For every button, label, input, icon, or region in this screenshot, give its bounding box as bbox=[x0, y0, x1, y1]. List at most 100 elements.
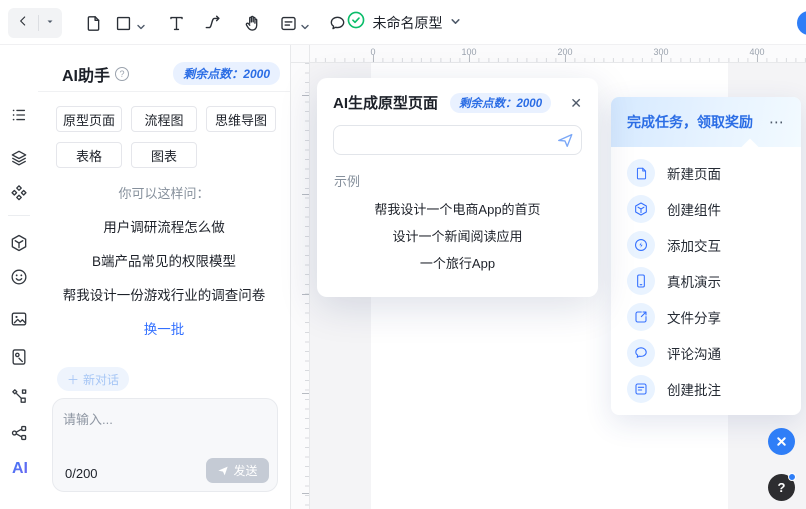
task-item-new-page[interactable]: 新建页面 bbox=[611, 155, 801, 191]
share-export-icon bbox=[627, 303, 655, 331]
design-file-icon[interactable] bbox=[9, 347, 29, 367]
ai-generate-modal: AI生成原型页面 剩余点数：2000 ✕ 示例 帮我设计一个电商App的首页 设… bbox=[317, 78, 598, 297]
text-tool-icon[interactable] bbox=[166, 13, 186, 33]
comment-tool-icon[interactable] bbox=[327, 13, 347, 33]
dismiss-button[interactable] bbox=[768, 428, 795, 455]
help-circle-icon[interactable]: ? bbox=[115, 67, 129, 81]
notification-dot bbox=[788, 473, 796, 481]
suggestion-item[interactable]: 用户调研流程怎么做 bbox=[38, 216, 290, 236]
note-lines-icon bbox=[627, 375, 655, 403]
task-list: 新建页面 创建组件 添加交互 真机演示 文件分享 评论沟通 bbox=[611, 147, 801, 407]
sidebar-divider bbox=[8, 215, 30, 216]
saved-check-icon bbox=[346, 10, 366, 35]
category-chip-table[interactable]: 表格 bbox=[56, 142, 122, 168]
hand-tool-icon[interactable] bbox=[242, 13, 262, 33]
examples-list: 帮我设计一个电商App的首页 设计一个新闻阅读应用 一个旅行App bbox=[317, 196, 598, 277]
shape-tool-caret-icon[interactable] bbox=[136, 19, 146, 29]
suggestion-item[interactable]: B端产品常见的权限模型 bbox=[38, 250, 290, 270]
prompt-input[interactable] bbox=[333, 125, 582, 155]
back-dropdown-caret-icon[interactable] bbox=[45, 14, 55, 32]
page-tool-icon[interactable] bbox=[83, 13, 103, 33]
horizontal-ruler: 0 100 200 300 400 bbox=[310, 45, 806, 63]
send-button[interactable]: 发送 bbox=[206, 458, 269, 483]
ai-panel-header: AI助手 ? bbox=[62, 62, 129, 86]
top-toolbar: 未命名原型 bbox=[0, 0, 806, 45]
pages-list-icon[interactable] bbox=[9, 105, 29, 125]
title-caret-icon[interactable] bbox=[450, 14, 461, 32]
component-hexagon-icon bbox=[627, 195, 655, 223]
page-icon bbox=[627, 159, 655, 187]
left-icon-sidebar: AI bbox=[0, 45, 38, 509]
example-item[interactable]: 设计一个新闻阅读应用 bbox=[317, 223, 598, 250]
components-icon[interactable] bbox=[9, 183, 29, 203]
material-library-icon[interactable] bbox=[9, 233, 29, 253]
vertical-ruler: 200 300 400 500 600 bbox=[291, 63, 310, 509]
chat-input-card: 0/200 发送 bbox=[52, 398, 278, 492]
emoji-icon[interactable] bbox=[9, 267, 29, 287]
comment-bubble-icon bbox=[627, 339, 655, 367]
chat-input[interactable] bbox=[63, 407, 263, 431]
points-badge: 剩余点数：2000 bbox=[173, 62, 280, 85]
document-title[interactable]: 未命名原型 bbox=[373, 13, 443, 33]
modal-input-wrap bbox=[333, 125, 582, 155]
lightning-circle-icon bbox=[627, 231, 655, 259]
close-x-icon bbox=[775, 435, 788, 448]
examples-label: 示例 bbox=[334, 171, 581, 190]
modal-title: AI生成原型页面 bbox=[333, 92, 438, 113]
category-chip-chart[interactable]: 图表 bbox=[131, 142, 197, 168]
char-counter: 0/200 bbox=[65, 466, 98, 481]
send-plane-icon[interactable] bbox=[556, 131, 574, 149]
note-tool-caret-icon[interactable] bbox=[300, 19, 310, 29]
suggestion-hint: 你可以这样问： bbox=[38, 183, 290, 202]
close-icon[interactable]: ✕ bbox=[570, 96, 582, 110]
task-item-file-share[interactable]: 文件分享 bbox=[611, 299, 801, 335]
ruler-label: 400 bbox=[749, 47, 764, 57]
task-item-create-component[interactable]: 创建组件 bbox=[611, 191, 801, 227]
task-item-comment[interactable]: 评论沟通 bbox=[611, 335, 801, 371]
ruler-label: 0 bbox=[370, 47, 375, 57]
image-icon[interactable] bbox=[9, 309, 29, 329]
plus-icon: ＋ bbox=[67, 371, 79, 388]
ruler-minor-ticks bbox=[305, 63, 309, 509]
ai-panel-toggle[interactable]: AI bbox=[7, 460, 33, 480]
example-item[interactable]: 帮我设计一个电商App的首页 bbox=[317, 196, 598, 223]
divider bbox=[38, 91, 290, 92]
ai-panel-title: AI助手 bbox=[62, 62, 110, 86]
ruler-label: 100 bbox=[461, 47, 476, 57]
layers-icon[interactable] bbox=[9, 148, 29, 168]
new-chat-button[interactable]: ＋ 新对话 bbox=[57, 367, 129, 391]
shape-tool-icon[interactable] bbox=[113, 13, 133, 33]
vector-pen-icon[interactable] bbox=[9, 386, 29, 406]
task-panel-title: 完成任务，领取奖励 bbox=[627, 112, 753, 132]
send-label: 发送 bbox=[233, 462, 257, 479]
ruler-minor-ticks bbox=[310, 58, 806, 62]
category-chip-mindmap[interactable]: 思维导图 bbox=[206, 106, 276, 132]
modal-header: AI生成原型页面 剩余点数：2000 ✕ bbox=[317, 78, 598, 113]
divider bbox=[38, 15, 39, 31]
phone-icon bbox=[627, 267, 655, 295]
send-plane-icon bbox=[217, 465, 229, 477]
task-item-device-preview[interactable]: 真机演示 bbox=[611, 263, 801, 299]
points-badge: 剩余点数：2000 bbox=[450, 93, 551, 113]
share-nodes-icon[interactable] bbox=[9, 423, 29, 443]
task-item-annotation[interactable]: 创建批注 bbox=[611, 371, 801, 407]
task-rewards-panel: 完成任务，领取奖励 ⋯ 新建页面 创建组件 添加交互 真机演示 bbox=[611, 97, 801, 415]
suggestion-item[interactable]: 帮我设计一份游戏行业的调查问卷 bbox=[38, 284, 290, 304]
flow-connector-tool-icon[interactable] bbox=[203, 13, 223, 33]
task-item-add-interaction[interactable]: 添加交互 bbox=[611, 227, 801, 263]
refresh-suggestions-link[interactable]: 换一批 bbox=[38, 318, 290, 338]
user-avatar[interactable] bbox=[797, 11, 806, 35]
task-panel-header: 完成任务，领取奖励 ⋯ bbox=[611, 97, 801, 147]
back-button[interactable] bbox=[8, 8, 62, 38]
ruler-corner bbox=[291, 45, 310, 63]
category-chip-prototype[interactable]: 原型页面 bbox=[56, 106, 122, 132]
back-arrow-icon[interactable] bbox=[15, 13, 31, 34]
ruler-label: 300 bbox=[653, 47, 668, 57]
note-tool-icon[interactable] bbox=[278, 13, 298, 33]
category-chip-flowchart[interactable]: 流程图 bbox=[131, 106, 197, 132]
app-window: 未命名原型 AI AI助手 ? 剩余点数：2000 原型页面 流程图 思维导图 … bbox=[0, 0, 806, 509]
more-icon[interactable]: ⋯ bbox=[769, 115, 785, 130]
ruler-label: 200 bbox=[557, 47, 572, 57]
ai-assistant-panel: AI助手 ? 剩余点数：2000 原型页面 流程图 思维导图 表格 图表 你可以… bbox=[38, 45, 291, 509]
example-item[interactable]: 一个旅行App bbox=[317, 250, 598, 277]
